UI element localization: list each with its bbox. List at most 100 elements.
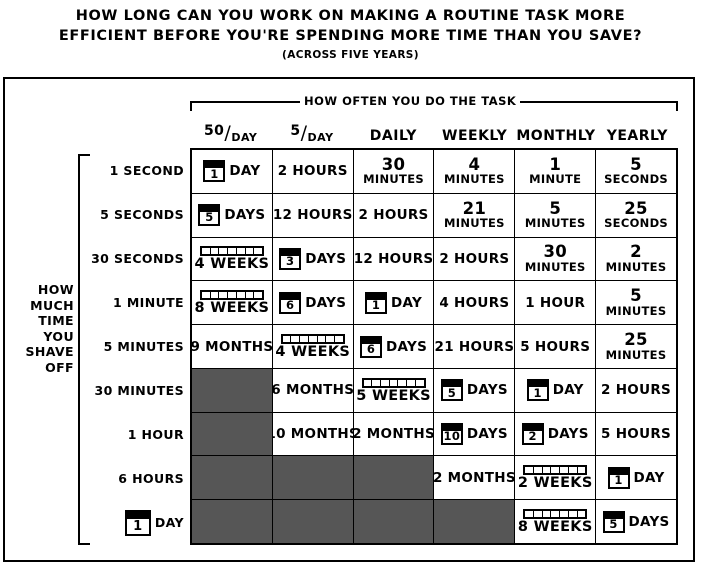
grid-cell-r3-c3[interactable]: 4 HOURS xyxy=(434,281,516,325)
grid-cell-r1-c1[interactable]: 12 HOURS xyxy=(273,193,354,237)
week-strip-day xyxy=(551,510,561,517)
column-header-c4[interactable]: MONTHLY xyxy=(515,118,596,146)
grid-cell-r6-c1[interactable]: 10 MONTHS xyxy=(273,412,354,456)
grid-cell-r4-c4[interactable]: 5 HOURS xyxy=(515,325,597,368)
fraction-denominator: DAY xyxy=(231,131,258,144)
grid-cell-r2-c3[interactable]: 2 HOURS xyxy=(434,237,516,281)
grid-cell-r1-c3[interactable]: 21 MINUTES xyxy=(434,193,516,237)
grid-cell-r0-c5[interactable]: 5 SECONDS xyxy=(596,150,676,193)
grid-cell-r1-c2[interactable]: 2 HOURS xyxy=(354,193,435,237)
grid-cell-r2-c0[interactable]: 4 WEEKS xyxy=(192,237,273,281)
grid-cell-r0-c1[interactable]: 2 HOURS xyxy=(273,150,354,193)
row-label-0[interactable]: 1 SECOND xyxy=(92,148,188,192)
grid-cell-r5-c1[interactable]: 6 MONTHS xyxy=(273,368,354,412)
calendar-header-bar xyxy=(126,511,149,519)
cell-stacked-value: 30 MINUTES xyxy=(525,244,586,273)
cell-value-text: 12 HOURS xyxy=(353,250,434,267)
grid-cell-r4-c3[interactable]: 21 HOURS xyxy=(434,325,516,368)
calendar-day-number: 6 xyxy=(366,341,376,356)
calendar-day-icon: 5 xyxy=(602,510,625,533)
cell-weeks-label: 2 WEEKS xyxy=(517,475,593,492)
grid-cell-r8-c3[interactable] xyxy=(434,500,516,544)
grid-cell-r5-c5[interactable]: 2 HOURS xyxy=(596,369,676,412)
grid-cell-r0-c4[interactable]: 1 MINUTE xyxy=(515,150,597,193)
week-strip-day xyxy=(578,467,586,473)
grid-cell-r2-c1[interactable]: 3 DAYS xyxy=(273,237,354,281)
row-label-1[interactable]: 5 SECONDS xyxy=(92,192,188,236)
grid-cell-r3-c2[interactable]: 1 DAY xyxy=(354,281,435,325)
grid-cell-r7-c2[interactable] xyxy=(353,456,435,500)
grid-cell-r3-c4[interactable]: 1 HOUR xyxy=(515,281,597,325)
cell-value-text: 21 HOURS xyxy=(434,338,515,355)
row-label-8[interactable]: 1 DAY xyxy=(92,501,188,545)
fraction-denominator: DAY xyxy=(307,131,334,144)
grid-cell-r8-c4[interactable]: 8 WEEKS xyxy=(515,500,597,544)
week-strip-day xyxy=(211,248,220,255)
grid-cell-r4-c5[interactable]: 25 MINUTES xyxy=(596,325,676,368)
calendar-day-icon: 1 xyxy=(526,379,549,402)
week-strip-day xyxy=(300,335,309,342)
grid-cell-r0-c0[interactable]: 1 DAY xyxy=(192,150,273,193)
calendar-day-number: 1 xyxy=(371,297,381,312)
grid-cell-r8-c5[interactable]: 5 DAYS xyxy=(596,500,676,543)
week-strip-day xyxy=(569,467,578,474)
table-row: 8 WEEKS 6 DAYS 1 DAY 4 HOURS 1 HOUR 5 MINUTES xyxy=(192,281,676,326)
row-label-3[interactable]: 1 MINUTE xyxy=(92,280,188,324)
grid-cell-r6-c0[interactable] xyxy=(192,412,273,456)
column-header-c1[interactable]: 5/DAY xyxy=(271,118,352,146)
row-label-5[interactable]: 30 MINUTES xyxy=(92,369,188,413)
column-header-c5[interactable]: YEARLY xyxy=(597,118,678,146)
grid-cell-r8-c2[interactable] xyxy=(353,500,435,544)
grid-cell-r4-c2[interactable]: 6 DAYS xyxy=(354,325,435,368)
cell-day-value: 5 DAYS xyxy=(602,510,670,533)
column-header-c3[interactable]: WEEKLY xyxy=(434,118,515,146)
grid-cell-r8-c0[interactable] xyxy=(192,500,273,544)
grid-cell-r7-c4[interactable]: 2 WEEKS xyxy=(515,456,597,500)
grid-cell-r7-c5[interactable]: 1 DAY xyxy=(596,456,676,499)
grid-cell-r7-c3[interactable]: 2 MONTHS xyxy=(434,456,516,500)
grid-cell-r2-c5[interactable]: 2 MINUTES xyxy=(596,238,676,281)
row-label-2[interactable]: 30 SECONDS xyxy=(91,236,188,280)
grid-cell-r3-c5[interactable]: 5 MINUTES xyxy=(596,281,676,324)
grid-cell-r6-c4[interactable]: 2 DAYS xyxy=(515,412,597,456)
grid-cell-r1-c5[interactable]: 25 SECONDS xyxy=(596,194,676,237)
grid-cell-r6-c3[interactable]: 10 DAYS xyxy=(434,412,516,456)
calendar-week-strip-icon xyxy=(199,289,264,300)
grid-cell-r0-c2[interactable]: 30 MINUTES xyxy=(354,150,435,193)
grid-cell-r1-c0[interactable]: 5 DAYS xyxy=(192,193,273,237)
grid-cell-r5-c0[interactable] xyxy=(192,368,273,412)
cell-unit-label: DAY xyxy=(633,469,665,486)
grid-cell-r5-c3[interactable]: 5 DAYS xyxy=(434,368,516,412)
grid-cell-r2-c4[interactable]: 30 MINUTES xyxy=(515,237,597,281)
row-axis-bracket xyxy=(78,154,90,545)
grid-cell-r2-c2[interactable]: 12 HOURS xyxy=(353,237,435,281)
row-label-6[interactable]: 1 HOUR xyxy=(92,413,188,457)
column-header-c0[interactable]: 50/DAY xyxy=(190,118,271,146)
cell-unit-label: DAYS xyxy=(547,426,589,443)
grid-cell-r6-c2[interactable]: 2 MONTHS xyxy=(354,412,435,456)
grid-cell-r1-c4[interactable]: 5 MINUTES xyxy=(515,193,597,237)
cell-inline-value: 4 HOURS xyxy=(439,295,509,311)
grid-cell-r4-c1[interactable]: 4 WEEKS xyxy=(273,325,354,368)
grid-cell-r6-c5[interactable]: 5 HOURS xyxy=(596,413,676,456)
table-row: 4 WEEKS 3 DAYS 12 HOURS 2 HOURS 30 MINUTES 2 MIN… xyxy=(192,237,676,282)
grid-cell-r0-c3[interactable]: 4 MINUTES xyxy=(434,150,516,193)
grid-cell-r5-c4[interactable]: 1 DAY xyxy=(515,368,597,412)
grid-cell-r3-c0[interactable]: 8 WEEKS xyxy=(192,281,273,325)
grid-cell-r8-c1[interactable] xyxy=(272,500,354,544)
table-row: 5 DAYS 12 HOURS 2 HOURS 21 MINUTES 5 MINUTES 25 S… xyxy=(192,193,676,238)
row-label-text: 30 MINUTES xyxy=(94,383,184,399)
fraction-slash: / xyxy=(300,122,308,144)
cell-value-number: 30 xyxy=(543,242,567,262)
cell-value-number: 25 xyxy=(624,330,648,350)
row-label-4[interactable]: 5 MINUTES xyxy=(92,324,188,368)
grid-cell-r3-c1[interactable]: 6 DAYS xyxy=(273,281,354,325)
grid-cell-r7-c1[interactable] xyxy=(272,456,354,500)
subtitle: (ACROSS FIVE YEARS) xyxy=(282,49,419,61)
row-label-7[interactable]: 6 HOURS xyxy=(92,457,188,501)
grid-cell-r4-c0[interactable]: 9 MONTHS xyxy=(192,325,273,368)
grid-cell-r7-c0[interactable] xyxy=(192,456,273,500)
week-strip-day xyxy=(202,248,211,255)
grid-cell-r5-c2[interactable]: 5 WEEKS xyxy=(354,368,435,412)
column-header-c2[interactable]: DAILY xyxy=(353,118,434,146)
